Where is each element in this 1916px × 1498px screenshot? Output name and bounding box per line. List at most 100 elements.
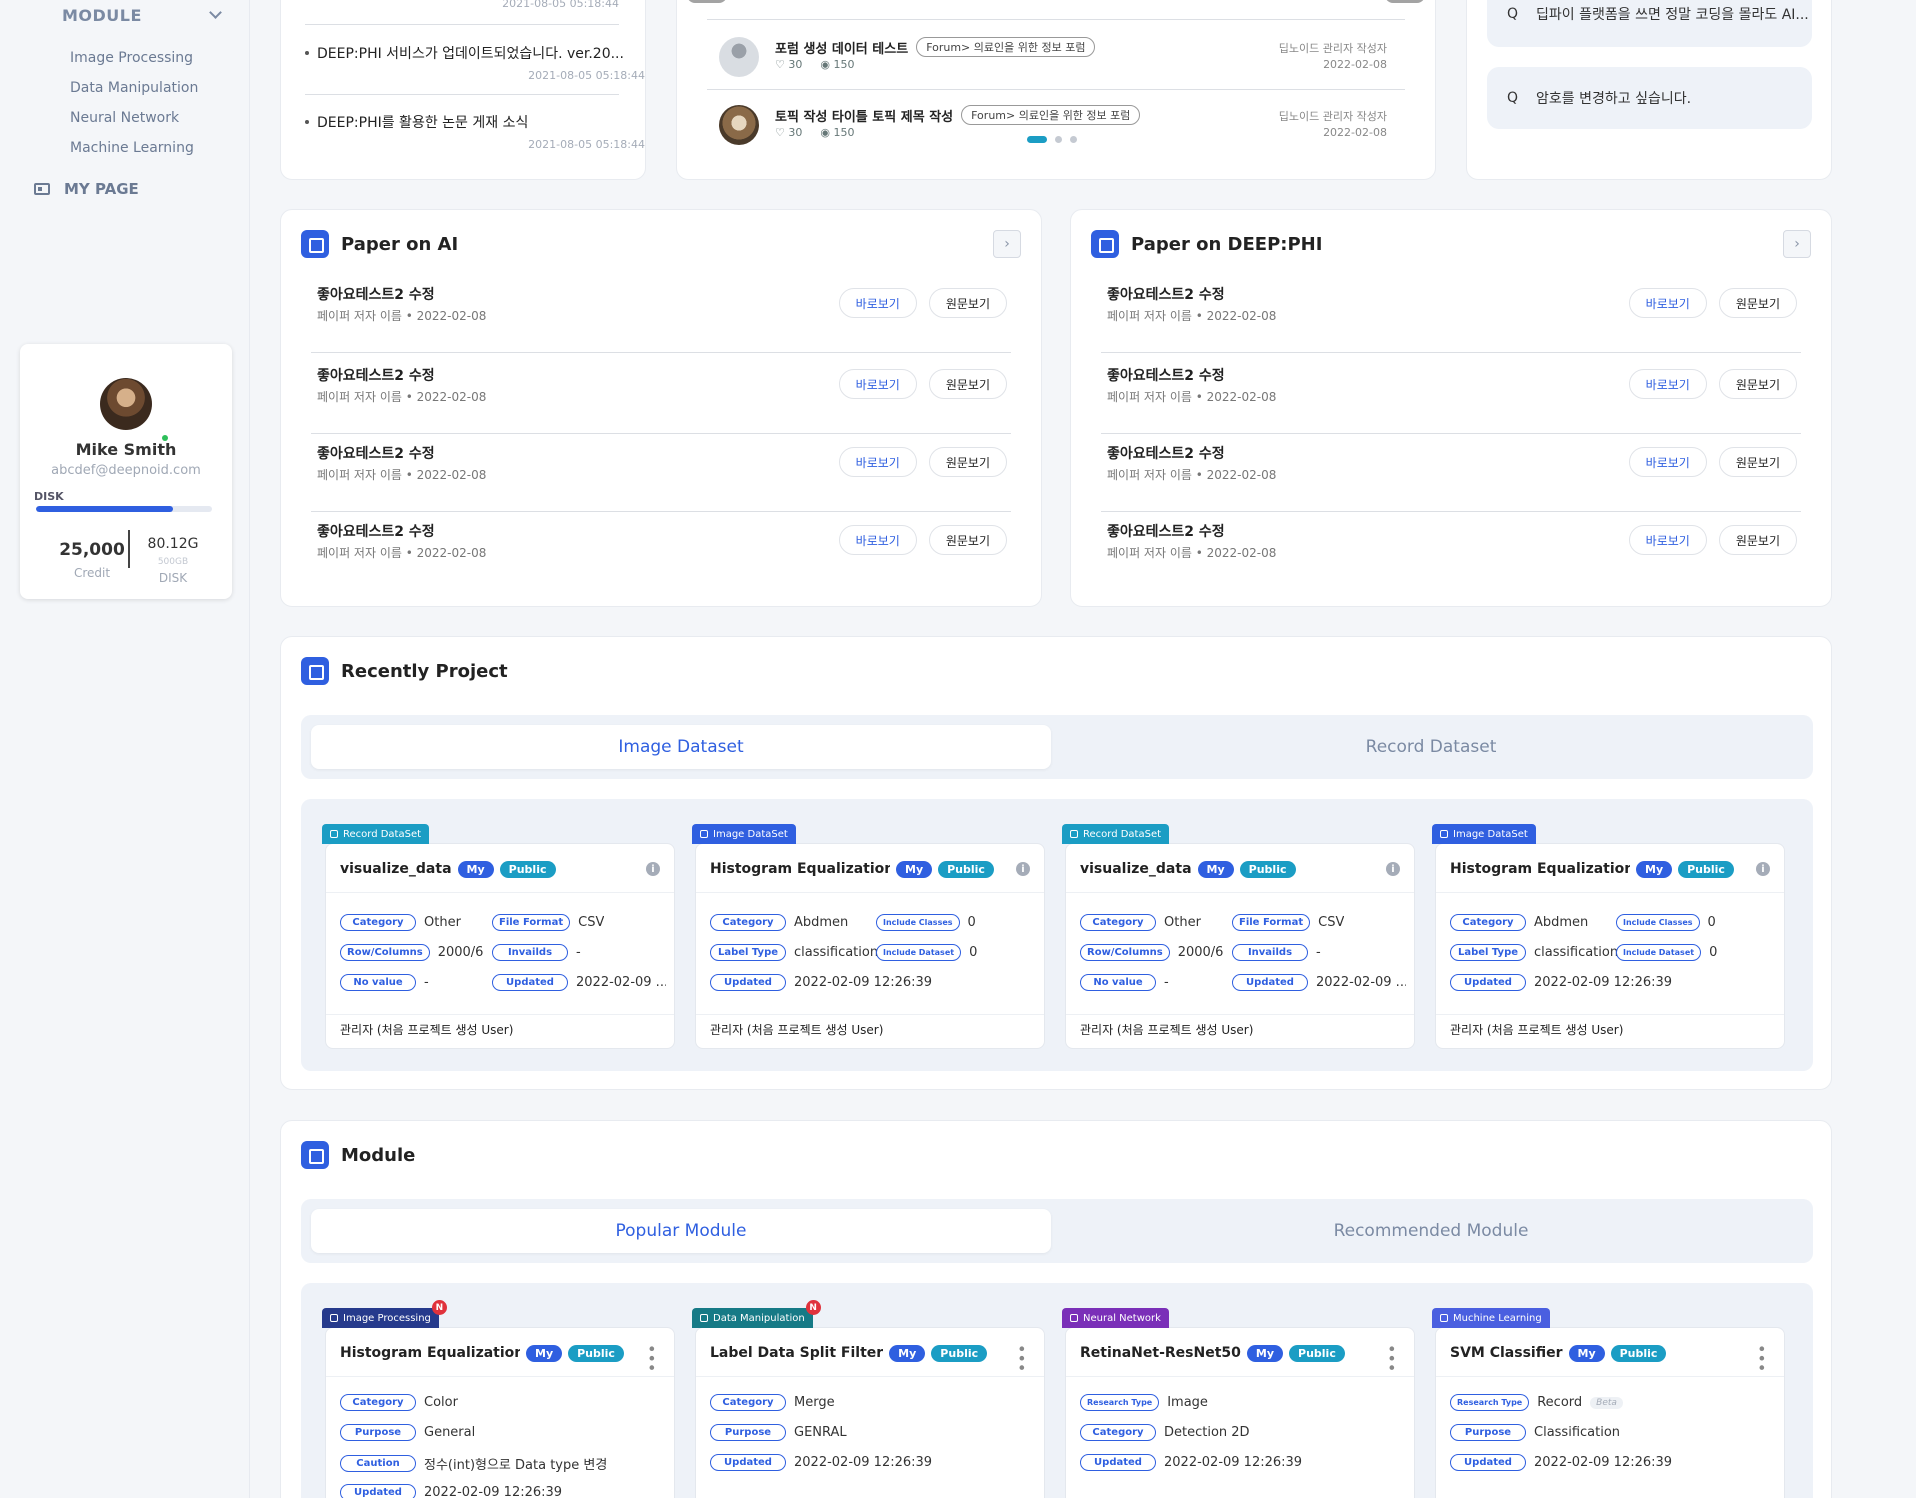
paper-item[interactable]: 좋아요테스트2 수정 페이퍼 저자 이름 • 2022-02-08 바로보기 원문보기	[317, 443, 1007, 521]
project-card-item[interactable]: Record DataSet visualize_data My Public i Cat…	[322, 824, 675, 1049]
view-button[interactable]: 바로보기	[838, 288, 917, 318]
module-card-item[interactable]: Muchine Learning SVM Classifier My Public ••…	[1432, 1308, 1785, 1498]
view-button[interactable]: 바로보기	[838, 369, 917, 399]
view-button[interactable]: 바로보기	[838, 447, 917, 477]
forum-tag[interactable]: Forum> 의료인을 위한 정보 포럼	[916, 37, 1096, 57]
carousel-dot[interactable]	[1055, 136, 1062, 143]
sidebar-item-neural-network[interactable]: Neural Network	[70, 108, 198, 138]
divider	[305, 24, 619, 25]
paper-item[interactable]: 좋아요테스트2 수정 페이퍼 저자 이름 • 2022-02-08 바로보기 원문보기	[317, 521, 1007, 599]
more-options-icon[interactable]: •••	[642, 1344, 661, 1372]
paper-actions: 바로보기 원문보기	[838, 525, 1007, 555]
field-row: Category Other	[340, 914, 461, 931]
forum-date: 2022-02-08	[1323, 126, 1387, 139]
carousel-pagination	[1027, 136, 1077, 143]
paper-title: 좋아요테스트2 수정	[317, 446, 435, 462]
field-value: -	[424, 975, 429, 990]
paper-item[interactable]: 좋아요테스트2 수정 페이퍼 저자 이름 • 2022-02-08 바로보기 원문보기	[317, 365, 1007, 443]
module-card-item[interactable]: Neural Network RetinaNet-ResNet50 My Public…	[1062, 1308, 1415, 1498]
info-icon[interactable]: i	[1386, 862, 1400, 876]
info-icon[interactable]: i	[1756, 862, 1770, 876]
card-owner: 관리자 (처음 프로젝트 생성 User)	[710, 1023, 884, 1037]
original-button[interactable]: 원문보기	[1718, 525, 1797, 555]
more-options-icon[interactable]: •••	[1752, 1344, 1771, 1372]
carousel-dot[interactable]	[1070, 136, 1077, 143]
view-button[interactable]: 바로보기	[1628, 369, 1707, 399]
sidebar-item-machine-learning[interactable]: Machine Learning	[70, 138, 198, 168]
original-button[interactable]: 원문보기	[928, 369, 1007, 399]
project-card-list: Record DataSet visualize_data My Public i Cat…	[301, 799, 1813, 1071]
paper-deepphi-more-button[interactable]: ›	[1783, 230, 1811, 258]
carousel-next-button[interactable]	[1385, 0, 1425, 3]
paper-meta: 페이퍼 저자 이름 • 2022-02-08	[317, 309, 487, 323]
notice-item[interactable]: DEEP:PHI 서비스가 업데이트되었습니다. ver.20... 2021-…	[305, 43, 645, 82]
field-row: Updated 2022-02-09 ...	[492, 974, 666, 991]
project-card-item[interactable]: Image DataSet Histogram Equalization C...…	[692, 824, 1045, 1049]
info-icon[interactable]: i	[646, 862, 660, 876]
view-button[interactable]: 바로보기	[1628, 288, 1707, 318]
notice-item[interactable]: DEEP:PHI를 활용한 논문 게재 소식 2021-08-05 05:18:…	[305, 112, 645, 151]
module-card-item[interactable]: Data Manipulation N Label Data Split Filte…	[692, 1300, 1045, 1498]
paper-item[interactable]: 좋아요테스트2 수정 페이퍼 저자 이름 • 2022-02-08 바로보기 원문보기	[317, 284, 1007, 362]
more-options-icon[interactable]: •••	[1012, 1344, 1031, 1372]
tab-image-dataset[interactable]: Image Dataset	[311, 725, 1051, 769]
ribbon-label: Image DataSet	[1453, 828, 1528, 840]
original-button[interactable]: 원문보기	[928, 447, 1007, 477]
original-button[interactable]: 원문보기	[928, 288, 1007, 318]
view-button[interactable]: 바로보기	[838, 525, 917, 555]
original-button[interactable]: 원문보기	[1718, 369, 1797, 399]
carousel-prev-button[interactable]	[687, 0, 727, 3]
paper-item[interactable]: 좋아요테스트2 수정 페이퍼 저자 이름 • 2022-02-08 바로보기 원문보기	[1107, 365, 1797, 443]
paper-item[interactable]: 좋아요테스트2 수정 페이퍼 저자 이름 • 2022-02-08 바로보기 원문보기	[1107, 521, 1797, 599]
module-menu-toggle[interactable]: MODULE	[62, 6, 224, 25]
view-count-value: 150	[833, 58, 855, 71]
disk-value: 80.12G	[147, 536, 199, 552]
field-label: File Format	[1232, 914, 1311, 931]
field-label: Category	[340, 914, 416, 931]
tab-record-dataset[interactable]: Record Dataset	[1061, 725, 1801, 769]
ribbon-label: Record DataSet	[1083, 828, 1162, 840]
view-button[interactable]: 바로보기	[1628, 525, 1707, 555]
divider	[326, 1014, 674, 1015]
faq-item[interactable]: Q 딥파이 플랫폼을 쓰면 정말 코딩을 몰라도 AI...	[1487, 0, 1812, 47]
view-button[interactable]: 바로보기	[1628, 447, 1707, 477]
field-row: Category Abdmen	[1450, 914, 1588, 931]
paper-item[interactable]: 좋아요테스트2 수정 페이퍼 저자 이름 • 2022-02-08 바로보기 원문보기	[1107, 443, 1797, 521]
sidebar-item-mypage[interactable]: MY PAGE	[34, 180, 139, 198]
faq-q-label: Q	[1507, 6, 1519, 22]
type-icon	[1440, 830, 1448, 838]
info-icon[interactable]: i	[1016, 862, 1030, 876]
sidebar-item-data-manipulation[interactable]: Data Manipulation	[70, 78, 198, 108]
faq-item[interactable]: Q 암호를 변경하고 싶습니다.	[1487, 67, 1812, 129]
paper-item[interactable]: 좋아요테스트2 수정 페이퍼 저자 이름 • 2022-02-08 바로보기 원문보기	[1107, 284, 1797, 362]
public-badge: Public	[938, 860, 994, 878]
field-label: Include Classes	[1616, 914, 1700, 931]
field-label: Row/Columns	[340, 944, 430, 961]
original-button[interactable]: 원문보기	[1718, 288, 1797, 318]
field-value: Detection 2D	[1164, 1425, 1250, 1440]
my-badge: My	[1636, 860, 1673, 878]
carousel-dot[interactable]	[1027, 136, 1047, 143]
view-count-value: 150	[833, 126, 855, 139]
original-button[interactable]: 원문보기	[928, 525, 1007, 555]
project-card-item[interactable]: Record DataSet visualize_data My Public i Cat…	[1062, 824, 1415, 1049]
forum-tag[interactable]: Forum> 의료인을 위한 정보 포럼	[961, 105, 1141, 125]
forum-author: 딥노이드 관리자 작성자	[1278, 42, 1387, 55]
project-card-item[interactable]: Image DataSet Histogram Equalization C...…	[1432, 824, 1785, 1049]
paper-ai-more-button[interactable]: ›	[993, 230, 1021, 258]
paper-meta: 페이퍼 저자 이름 • 2022-02-08	[1107, 546, 1277, 560]
sidebar-item-image-processing[interactable]: Image Processing	[70, 48, 198, 78]
paper-title: 좋아요테스트2 수정	[1107, 446, 1225, 462]
avatar[interactable]	[100, 378, 152, 430]
more-options-icon[interactable]: •••	[1382, 1344, 1401, 1372]
field-label: No value	[1080, 974, 1156, 991]
divider	[1066, 1376, 1414, 1377]
forum-item[interactable]: 토픽 작성 타이틀 토픽 제목 작성 Forum> 의료인을 위한 정보 포럼 ♡…	[707, 105, 1397, 161]
original-button[interactable]: 원문보기	[1718, 447, 1797, 477]
field-label: Invailds	[492, 944, 568, 961]
tab-recommended-module[interactable]: Recommended Module	[1061, 1209, 1801, 1253]
field-value: 2022-02-09 12:26:39	[1164, 1455, 1303, 1470]
module-card-item[interactable]: Image Processing N Histogram Equalization …	[322, 1300, 675, 1498]
forum-item[interactable]: 포럼 생성 데이터 테스트 Forum> 의료인을 위한 정보 포럼 ♡ 30 ◉ …	[707, 37, 1397, 93]
tab-popular-module[interactable]: Popular Module	[311, 1209, 1051, 1253]
